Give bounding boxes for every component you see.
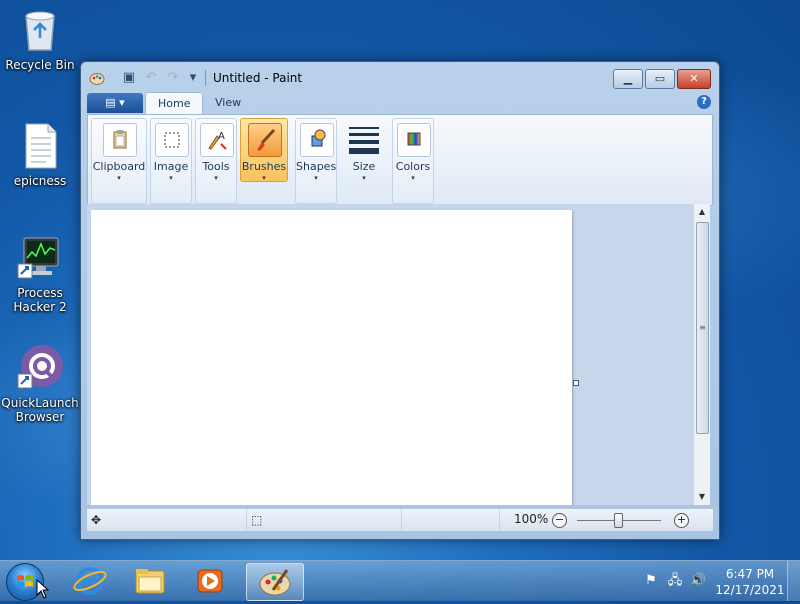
taskbar-file-explorer[interactable] (122, 563, 178, 599)
ribbon-group-colors[interactable]: Colors ▾ (392, 118, 434, 204)
zoom-in-button[interactable]: + (674, 513, 689, 528)
vertical-scrollbar[interactable]: ▲ ≡ ▼ (693, 204, 710, 505)
ribbon-group-clipboard[interactable]: Clipboard ▾ (91, 118, 147, 204)
paint-window: ▣ ↶ ↷ ▾ Untitled - Paint ▁ ▭ ✕ ▤ ▾ Home … (80, 61, 720, 540)
dropdown-arrow-icon: ▾ (169, 174, 173, 182)
save-icon[interactable]: ▣ (121, 70, 137, 86)
svg-text:A: A (218, 131, 225, 142)
selection-size-cell: ⬚ (247, 509, 402, 531)
dropdown-arrow-icon: ▾ (314, 174, 318, 182)
colors-icon (397, 123, 431, 157)
clock-date: 12/17/2021 (715, 583, 785, 597)
recycle-bin-icon (16, 6, 64, 54)
volume-icon[interactable]: 🔊 (690, 573, 706, 589)
file-explorer-icon (135, 569, 165, 594)
scroll-up-icon[interactable]: ▲ (694, 204, 710, 220)
desktop-icon-recycle-bin[interactable]: Recycle Bin (0, 6, 80, 72)
maximize-button[interactable]: ▭ (645, 69, 675, 89)
help-icon[interactable]: ? (697, 95, 711, 109)
scroll-thumb[interactable]: ≡ (696, 222, 709, 434)
move-icon: ✥ (91, 513, 102, 527)
desktop-icon-quicklaunch-browser[interactable]: QuickLaunch Browser (0, 344, 80, 424)
canvas-resize-handle[interactable] (573, 380, 579, 386)
title-bar[interactable]: ▣ ↶ ↷ ▾ Untitled - Paint ▁ ▭ ✕ (81, 62, 719, 90)
ribbon-group-size[interactable]: Size ▾ (340, 118, 388, 204)
status-bar: ✥ ⬚ 100% − + (87, 508, 713, 531)
zoom-slider-thumb[interactable] (614, 513, 623, 528)
network-icon[interactable]: 🖧 (667, 573, 683, 589)
show-desktop-button[interactable] (787, 561, 800, 601)
minimize-button[interactable]: ▁ (613, 69, 643, 89)
group-label: Image (153, 160, 189, 173)
ribbon-home: Clipboard ▾ Image ▾ A Tools ▾ Brushes ▾ (87, 114, 713, 206)
canvas-workspace (87, 204, 693, 505)
zoom-out-button[interactable]: − (552, 513, 567, 528)
title-separator (205, 70, 206, 86)
internet-explorer-icon (73, 567, 107, 595)
desktop-icon-label: Recycle Bin (5, 58, 75, 72)
group-label: Size (352, 160, 376, 173)
group-label: Clipboard (92, 160, 146, 173)
group-label: Colors (395, 160, 431, 173)
dropdown-arrow-icon: ▾ (362, 174, 366, 182)
dropdown-arrow-icon: ▾ (214, 174, 218, 182)
shapes-icon (300, 123, 334, 157)
undo-icon[interactable]: ↶ (143, 70, 159, 86)
desktop-icon-label: Process Hacker 2 (13, 286, 67, 314)
drawing-canvas[interactable] (91, 210, 572, 505)
size-icon (348, 123, 380, 155)
desktop-icon-process-hacker[interactable]: Process Hacker 2 (0, 234, 80, 314)
paint-icon (259, 569, 291, 596)
taskbar-media-player[interactable] (182, 563, 238, 599)
ribbon-tab-strip: ▤ ▾ Home View ? (87, 90, 713, 115)
clock-time: 6:47 PM (725, 567, 775, 581)
dropdown-arrow-icon: ▾ (411, 174, 415, 182)
text-file-icon (16, 122, 64, 170)
redo-icon[interactable]: ↷ (165, 70, 181, 86)
desktop-icon-epicness[interactable]: epicness (0, 122, 80, 188)
clipboard-icon (103, 123, 137, 157)
paint-menu-button[interactable]: ▤ ▾ (87, 93, 143, 113)
group-label: Tools (202, 160, 230, 173)
quicklaunch-browser-icon (16, 344, 64, 392)
scroll-down-icon[interactable]: ▼ (694, 489, 710, 505)
close-button[interactable]: ✕ (677, 69, 711, 89)
desktop-icon-label: epicness (13, 174, 67, 188)
zoom-level: 100% (514, 512, 549, 526)
tools-icon: A (200, 123, 234, 157)
window-title: Untitled - Paint (213, 71, 303, 85)
media-player-icon (197, 569, 223, 593)
windows-logo-icon (17, 575, 33, 587)
selection-icon: ⬚ (251, 513, 263, 527)
ribbon-group-brushes[interactable]: Brushes ▾ (240, 118, 288, 182)
taskbar-internet-explorer[interactable] (62, 563, 118, 599)
process-hacker-icon (16, 234, 64, 282)
select-icon (155, 123, 189, 157)
tab-home[interactable]: Home (145, 92, 204, 115)
dropdown-arrow-icon: ▾ (262, 174, 266, 182)
group-label: Shapes (296, 160, 337, 173)
ribbon-group-shapes[interactable]: Shapes ▾ (295, 118, 337, 204)
image-size-cell (403, 509, 500, 531)
ribbon-group-tools[interactable]: A Tools ▾ (195, 118, 237, 204)
mouse-cursor-icon (36, 579, 50, 599)
desktop-icon-label: QuickLaunch Browser (1, 396, 79, 424)
customize-qat-icon[interactable]: ▾ (185, 70, 201, 86)
brush-icon (248, 123, 282, 157)
cursor-position-cell: ✥ (87, 509, 247, 531)
taskbar: ⚑ 🖧 🔊 6:47 PM 12/17/2021 (0, 560, 800, 601)
ribbon-group-image[interactable]: Image ▾ (150, 118, 192, 204)
taskbar-paint[interactable] (246, 563, 304, 601)
group-label: Brushes (241, 160, 287, 173)
system-clock[interactable]: 6:47 PM 12/17/2021 (714, 566, 786, 598)
tab-view[interactable]: View (203, 92, 253, 114)
dropdown-arrow-icon: ▾ (117, 174, 121, 182)
action-center-icon[interactable]: ⚑ (643, 573, 659, 589)
paint-app-icon[interactable] (89, 70, 105, 86)
